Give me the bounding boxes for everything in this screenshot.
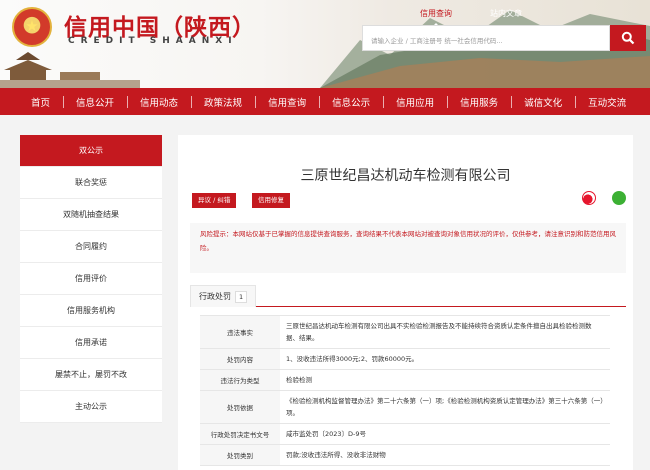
sidebar-item-repeat-offense[interactable]: 屡禁不止，屡罚不改 <box>20 359 162 391</box>
company-name: 三原世纪昌达机动车检测有限公司 <box>300 168 511 184</box>
tab-credit-query[interactable]: 信用查询 <box>420 8 452 23</box>
row-key: 处罚内容 <box>200 349 280 369</box>
main-area: 双公示 联合奖惩 双随机抽查结果 合同履约 信用评价 信用服务机构 信用承诺 屡… <box>0 115 650 470</box>
table-row: 行政处罚决定书文号 咸市监处罚〔2023〕D-9号 <box>200 424 610 445</box>
table-row: 处罚依据 《检验检测机构监督管理办法》第二十六条第（一）项;《检验检测机构资质认… <box>200 391 610 424</box>
sidebar-item-service-org[interactable]: 信用服务机构 <box>20 295 162 327</box>
sidebar-item-random-check[interactable]: 双随机抽查结果 <box>20 199 162 231</box>
row-value: 咸市监处罚〔2023〕D-9号 <box>286 430 367 438</box>
main-nav: 首页 信息公开 信用动态 政策法规 信用查询 信息公示 信用应用 信用服务 诚信… <box>0 88 650 115</box>
row-value: 1、没收违法所得3000元;2、罚款60000元。 <box>286 355 419 363</box>
sidebar-item-contract[interactable]: 合同履约 <box>20 231 162 263</box>
sidebar-item-credit-eval[interactable]: 信用评价 <box>20 263 162 295</box>
objection-button[interactable]: 异议 / 纠错 <box>192 193 237 208</box>
sidebar: 双公示 联合奖惩 双随机抽查结果 合同履约 信用评价 信用服务机构 信用承诺 屡… <box>20 135 162 423</box>
weibo-share-icon[interactable] <box>582 191 596 205</box>
detail-panel: 三原世纪昌达机动车检测有限公司 异议 / 纠错 信用修复 风险提示：本网站仅基于… <box>178 135 633 470</box>
table-row: 违法事实 三原世纪昌达机动车检测有限公司出具不实检验检测报告及不能持续符合资质认… <box>200 316 610 349</box>
row-key: 处罚依据 <box>200 391 280 423</box>
sidebar-item-active-public[interactable]: 主动公示 <box>20 391 162 423</box>
nav-credit-app[interactable]: 信用应用 <box>383 95 447 109</box>
row-value: 检验检测 <box>286 376 312 384</box>
row-value: 三原世纪昌达机动车检测有限公司出具不实检验检测报告及不能持续符合资质认定条件擅自… <box>286 322 592 342</box>
sidebar-item-joint-reward[interactable]: 联合奖惩 <box>20 167 162 199</box>
tab-site-articles[interactable]: 站内文章 <box>490 8 522 23</box>
search-button[interactable] <box>610 25 646 51</box>
emblem-icon: ★ <box>12 7 52 47</box>
tab-admin-penalty[interactable]: 行政处罚 1 <box>190 285 257 307</box>
detail-table: 违法事实 三原世纪昌达机动车检测有限公司出具不实检验检测报告及不能持续符合资质认… <box>200 315 610 466</box>
nav-info-public[interactable]: 信息公开 <box>63 95 127 109</box>
tab-count-badge: 1 <box>235 291 248 303</box>
site-brand-sub: CREDIT SHAANXI <box>68 36 238 46</box>
nav-integrity-culture[interactable]: 诚信文化 <box>511 95 575 109</box>
tab-label: 行政处罚 <box>199 292 231 301</box>
nav-credit-news[interactable]: 信用动态 <box>127 95 191 109</box>
search-tabs: 信用查询 站内文章 <box>420 8 522 23</box>
risk-warning: 风险提示：本网站仅基于已掌握的信息提供查询服务，查询结果不代表本网站对被查询对象… <box>190 223 626 273</box>
row-key: 行政处罚决定书文号 <box>200 424 280 444</box>
table-row: 违法行为类型 检验检测 <box>200 370 610 391</box>
search-input[interactable]: 请输入企业 / 工商注册号 统一社会信用代码... <box>362 25 610 51</box>
table-row: 处罚类别 罚款;没收违法所得、没收非法财物 <box>200 445 610 466</box>
row-key: 违法事实 <box>200 316 280 348</box>
row-key: 违法行为类型 <box>200 370 280 390</box>
sidebar-item-double-public[interactable]: 双公示 <box>20 135 162 167</box>
nav-interaction[interactable]: 互动交流 <box>575 95 639 109</box>
sidebar-item-commitment[interactable]: 信用承诺 <box>20 327 162 359</box>
row-key: 处罚类别 <box>200 445 280 465</box>
table-row: 处罚内容 1、没收违法所得3000元;2、罚款60000元。 <box>200 349 610 370</box>
nav-credit-service[interactable]: 信用服务 <box>447 95 511 109</box>
tab-bar: 行政处罚 1 <box>190 285 626 307</box>
row-value: 《检验检测机构监督管理办法》第二十六条第（一）项;《检验检测机构资质认定管理办法… <box>286 397 604 417</box>
credit-repair-button[interactable]: 信用修复 <box>252 193 290 208</box>
row-value: 罚款;没收违法所得、没收非法财物 <box>286 451 386 459</box>
nav-credit-query[interactable]: 信用查询 <box>255 95 319 109</box>
nav-home[interactable]: 首页 <box>18 95 63 109</box>
nav-policy[interactable]: 政策法规 <box>191 95 255 109</box>
nav-info-notice[interactable]: 信息公示 <box>319 95 383 109</box>
site-header: ★ 信用中国（陕西） CREDIT SHAANXI 信用查询 站内文章 请输入企… <box>0 0 650 88</box>
search-icon <box>621 31 635 45</box>
pagoda-illustration <box>0 52 140 88</box>
wechat-share-icon[interactable] <box>612 191 626 205</box>
